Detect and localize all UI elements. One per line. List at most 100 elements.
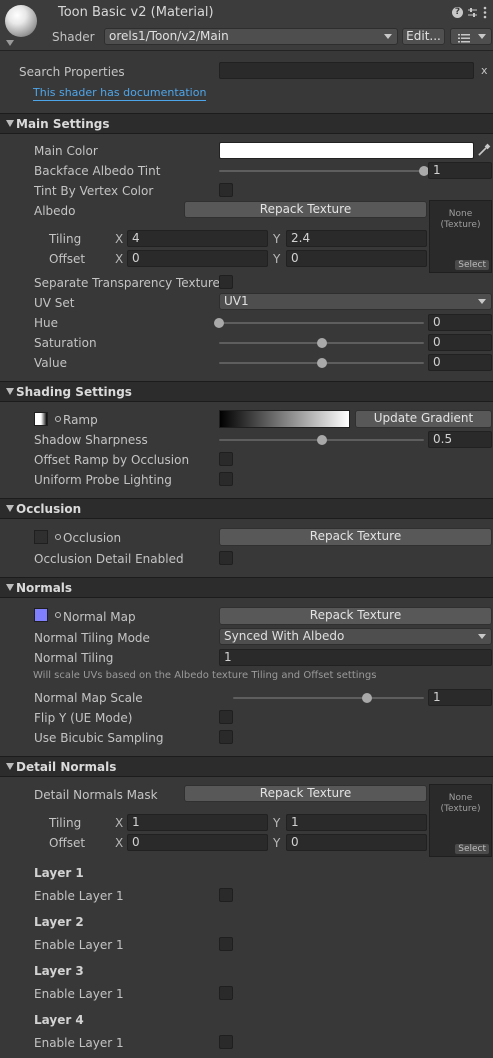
layer-2-title: Layer 2	[34, 915, 84, 929]
layer-1-enable-checkbox[interactable]	[219, 888, 233, 902]
documentation-link[interactable]: This shader has documentation	[33, 86, 207, 101]
layer-3-title: Layer 3	[34, 964, 84, 978]
occlusion-detail-checkbox[interactable]	[219, 551, 233, 565]
detail-tiling-y-label: Y	[273, 816, 281, 830]
backface-tint-slider[interactable]	[219, 170, 424, 172]
detail-offset-x-field[interactable]: 0	[127, 834, 268, 851]
foldout-arrow-icon	[6, 388, 14, 395]
layer-3-enable-label: Enable Layer 1	[34, 987, 124, 1001]
ramp-texture-thumbnail[interactable]	[34, 412, 48, 426]
section-detail-normals[interactable]: Detail Normals	[0, 756, 493, 777]
bicubic-label: Use Bicubic Sampling	[34, 731, 164, 745]
value-slider-thumb[interactable]	[316, 358, 327, 368]
texture-picker-icon[interactable]	[55, 534, 61, 540]
occlusion-texture-thumbnail[interactable]	[34, 530, 48, 544]
detail-mask-texture-slot[interactable]: None (Texture) Select	[429, 784, 492, 857]
shader-label: Shader	[52, 30, 95, 44]
more-vert-icon[interactable]	[483, 6, 487, 19]
section-main-settings[interactable]: Main Settings	[0, 113, 493, 134]
uvset-dropdown[interactable]: UV1	[219, 293, 492, 310]
shadow-sharpness-slider-thumb[interactable]	[316, 435, 327, 445]
offset-ramp-checkbox[interactable]	[219, 452, 233, 466]
normal-map-scale-label: Normal Map Scale	[34, 691, 143, 705]
shadow-sharpness-value[interactable]: 0.5	[428, 431, 492, 448]
saturation-value[interactable]: 0	[428, 334, 492, 351]
normal-tiling-mode-dropdown[interactable]: Synced With Albedo	[219, 628, 492, 645]
section-title: Shading Settings	[16, 385, 132, 399]
offset-y-label: Y	[273, 252, 281, 266]
search-input[interactable]	[219, 62, 474, 79]
uniform-probe-checkbox[interactable]	[219, 472, 233, 486]
section-occlusion[interactable]: Occlusion	[0, 498, 493, 519]
main-color-label: Main Color	[34, 144, 98, 158]
eyedropper-icon[interactable]	[477, 143, 491, 157]
texture-none-text: None	[448, 793, 473, 803]
tint-vertex-checkbox[interactable]	[219, 183, 233, 197]
texture-select-button[interactable]: Select	[455, 260, 489, 270]
help-icon[interactable]: ?	[452, 7, 463, 18]
foldout-arrow-icon	[6, 505, 14, 512]
saturation-slider-thumb[interactable]	[316, 338, 327, 348]
uvset-label: UV Set	[34, 296, 75, 310]
detail-tiling-x-field[interactable]: 1	[127, 814, 268, 831]
normal-map-texture-thumbnail[interactable]	[34, 608, 48, 622]
offset-ramp-label: Offset Ramp by Occlusion	[34, 453, 190, 467]
section-title: Detail Normals	[16, 760, 117, 774]
detail-offset-y-field[interactable]: 0	[286, 834, 427, 851]
menu-list-icon	[458, 32, 470, 47]
sep-transparency-checkbox[interactable]	[219, 275, 233, 289]
normal-map-scale-slider-thumb[interactable]	[361, 693, 372, 703]
ramp-gradient-preview[interactable]	[219, 410, 350, 428]
normal-tiling-field[interactable]: 1	[219, 649, 492, 666]
detail-tiling-y-field[interactable]: 1	[286, 814, 427, 831]
shader-value: orels1/Toon/v2/Main	[109, 29, 229, 43]
backface-tint-value[interactable]: 1	[428, 162, 492, 179]
offset-x-label: X	[115, 252, 124, 266]
offset-y-field[interactable]: 0	[286, 250, 427, 267]
detail-mask-repack-button[interactable]: Repack Texture	[184, 785, 427, 802]
normal-tiling-help-text: Will scale UVs based on the Albedo textu…	[33, 670, 377, 681]
tiling-label: Tiling	[49, 232, 82, 246]
layer-2-enable-label: Enable Layer 1	[34, 938, 124, 952]
main-color-field[interactable]	[219, 142, 474, 159]
layer-2-enable-checkbox[interactable]	[219, 937, 233, 951]
section-normals[interactable]: Normals	[0, 577, 493, 598]
normal-map-scale-value[interactable]: 1	[428, 689, 492, 706]
value-value[interactable]: 0	[428, 354, 492, 371]
hue-slider-thumb[interactable]	[214, 318, 224, 328]
tiling-y-label: Y	[273, 232, 281, 246]
offset-x-field[interactable]: 0	[127, 250, 268, 267]
section-shading-settings[interactable]: Shading Settings	[0, 381, 493, 402]
layer-3-enable-checkbox[interactable]	[219, 986, 233, 1000]
layer-4-enable-label: Enable Layer 1	[34, 1036, 124, 1050]
albedo-texture-slot[interactable]: None (Texture) Select	[429, 200, 492, 273]
edit-shader-button[interactable]: Edit...	[402, 28, 445, 45]
normal-map-repack-button[interactable]: Repack Texture	[219, 607, 492, 625]
texture-select-button[interactable]: Select	[455, 844, 489, 854]
section-title: Normals	[16, 581, 73, 595]
texture-type-text: (Texture)	[440, 804, 481, 814]
occlusion-detail-label: Occlusion Detail Enabled	[34, 552, 184, 566]
hue-slider[interactable]	[219, 322, 424, 324]
material-menu-button[interactable]	[450, 28, 492, 45]
saturation-label: Saturation	[34, 336, 97, 350]
texture-picker-icon[interactable]	[55, 612, 61, 618]
search-clear-button[interactable]: x	[481, 63, 488, 79]
foldout-arrow-icon[interactable]	[6, 40, 14, 46]
normal-tiling-label: Normal Tiling	[34, 651, 114, 665]
settings-sliders-icon[interactable]	[467, 7, 478, 18]
search-label: Search Properties	[19, 65, 125, 79]
tiling-x-field[interactable]: 4	[127, 230, 268, 247]
update-gradient-button[interactable]: Update Gradient	[355, 410, 492, 428]
albedo-repack-button[interactable]: Repack Texture	[184, 201, 427, 218]
occlusion-repack-button[interactable]: Repack Texture	[219, 528, 492, 546]
foldout-arrow-icon	[6, 763, 14, 770]
hue-value[interactable]: 0	[428, 314, 492, 331]
tiling-y-field[interactable]: 2.4	[286, 230, 427, 247]
shader-dropdown[interactable]: orels1/Toon/v2/Main	[104, 28, 398, 45]
flip-y-checkbox[interactable]	[219, 710, 233, 724]
normal-map-scale-slider[interactable]	[233, 697, 424, 699]
layer-4-enable-checkbox[interactable]	[219, 1035, 233, 1049]
texture-picker-icon[interactable]	[55, 416, 61, 422]
bicubic-checkbox[interactable]	[219, 730, 233, 744]
